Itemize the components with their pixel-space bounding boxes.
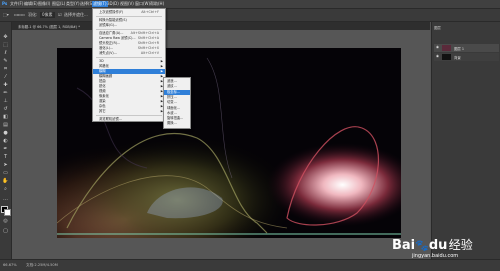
filter-menu-item[interactable]: 浏览联机滤镜... bbox=[93, 117, 165, 122]
menu-image[interactable]: 图像(I) bbox=[38, 1, 50, 7]
filter-menu-item[interactable]: 上次滤镜操作(F) Alt+Ctrl+F bbox=[93, 10, 165, 15]
distort-menu-item[interactable]: 置换... bbox=[164, 121, 190, 126]
eye-icon[interactable]: ◉ bbox=[436, 54, 439, 58]
menu-separator bbox=[96, 115, 162, 116]
menu-item-label: 切变... bbox=[167, 100, 177, 105]
lasso-tool-icon[interactable]: ℓ bbox=[2, 50, 9, 57]
quick-select-tool-icon[interactable]: ✎ bbox=[2, 58, 9, 65]
options-bar: ⬚▾ ▫▫▫▫ 羽化: 0像素 ☑ 选择并遮住... bbox=[0, 9, 500, 22]
shape-tool-icon[interactable]: ▭ bbox=[2, 170, 9, 177]
layer-name[interactable]: 图层 1 bbox=[454, 46, 464, 51]
filter-menu-item[interactable]: 消失点(V)... Alt+Ctrl+V bbox=[93, 51, 165, 56]
healing-brush-tool-icon[interactable]: ✚ bbox=[2, 82, 9, 89]
eye-icon[interactable]: ◉ bbox=[436, 45, 439, 49]
menu-item-label: 极坐标... bbox=[167, 89, 181, 94]
filter-menu: 上次滤镜操作(F) Alt+Ctrl+F 转换为智能滤镜(S) 滤镜库(G)... 自适… bbox=[92, 8, 166, 122]
menu-item-label: 上次滤镜操作(F) bbox=[99, 10, 124, 14]
distort-menu-item[interactable]: 极坐标... bbox=[164, 89, 190, 95]
watermark-brand-2: du bbox=[428, 238, 448, 253]
menu-item-label: 置换... bbox=[167, 121, 177, 126]
layer-thumbnail bbox=[442, 45, 451, 51]
menu-type[interactable]: 类型(Y) bbox=[66, 1, 80, 7]
watermark-sub: 经验 bbox=[448, 238, 473, 252]
menu-item-shortcut: Alt+Ctrl+F bbox=[141, 10, 159, 14]
brush-tool-icon[interactable]: ✏ bbox=[2, 90, 9, 97]
screen-mode-icon[interactable]: ▢ bbox=[2, 228, 9, 235]
ps-logo-icon[interactable]: Ps bbox=[2, 1, 7, 6]
menu-3d[interactable]: 3D(D) bbox=[107, 1, 119, 6]
menu-help[interactable]: 帮助(H) bbox=[150, 1, 164, 7]
marquee-tool-icon[interactable]: ⬚ bbox=[2, 42, 9, 49]
marquee-tool-icon[interactable]: ⬚▾ bbox=[3, 12, 9, 17]
distort-menu-item[interactable]: 球面化... bbox=[164, 106, 190, 111]
menu-layer[interactable]: 图层(L) bbox=[52, 1, 65, 7]
menu-file[interactable]: 文件(F) bbox=[10, 1, 23, 7]
menu-item-label: 滤镜库(G)... bbox=[99, 23, 118, 27]
menu-view[interactable]: 视图(V) bbox=[120, 1, 134, 7]
crop-tool-icon[interactable]: ⌗ bbox=[2, 66, 9, 73]
background-color-swatch[interactable] bbox=[4, 209, 11, 216]
select-and-mask-button[interactable]: 选择并遮住... bbox=[64, 12, 88, 18]
distort-submenu: 波浪... 波纹... 极坐标... 挤压... 切变... 球面化... 水波... 旋转扭… bbox=[163, 77, 191, 129]
document-tab-bar: 未标题-1 @ 66.7% (图层 1, RGB/8#) * bbox=[12, 22, 430, 30]
gradient-tool-icon[interactable]: ▤ bbox=[2, 122, 9, 129]
menu-item-shortcut: Alt+Ctrl+V bbox=[140, 51, 159, 55]
menu-bar: Ps 文件(F) 编辑(E) 图像(I) 图层(L) 类型(Y) 选择(S) 滤… bbox=[0, 0, 500, 9]
pen-tool-icon[interactable]: ✒ bbox=[2, 146, 9, 153]
distort-menu-item[interactable]: 波纹... bbox=[164, 84, 190, 89]
layers-panel: 图层 ◉ 图层 1 ◉ 背景 bbox=[431, 22, 500, 259]
watermark-brand: Bai bbox=[392, 238, 416, 253]
baidu-watermark: Bai🐾du 经验 jingyan.baidu.com bbox=[392, 236, 473, 259]
selection-mode-icons[interactable]: ▫▫▫▫ bbox=[14, 12, 25, 17]
menu-item-label: 其它 bbox=[99, 109, 106, 113]
quick-mask-icon[interactable]: ◎ bbox=[2, 218, 9, 225]
layer-thumbnail bbox=[442, 54, 451, 60]
filter-menu-item[interactable]: 滤镜库(G)... bbox=[93, 23, 165, 28]
layers-panel-header[interactable]: 图层 bbox=[434, 25, 441, 30]
tools-panel: ✥ ⬚ ℓ ✎ ⌗ ⁄ ✚ ✏ ⊥ ↺ ◧ ▤ ● ◐ ✒ T ➤ ▭ ✋ ⌕ … bbox=[0, 22, 12, 259]
eraser-tool-icon[interactable]: ◧ bbox=[2, 114, 9, 121]
move-tool-icon[interactable]: ✥ bbox=[2, 34, 9, 41]
history-brush-tool-icon[interactable]: ↺ bbox=[2, 106, 9, 113]
menu-filter[interactable]: 滤镜(T) bbox=[92, 1, 108, 7]
dodge-tool-icon[interactable]: ◐ bbox=[2, 138, 9, 145]
paw-icon: 🐾 bbox=[415, 239, 429, 252]
clone-stamp-tool-icon[interactable]: ⊥ bbox=[2, 98, 9, 105]
type-tool-icon[interactable]: T bbox=[2, 154, 9, 161]
feather-input[interactable]: 0像素 bbox=[40, 12, 55, 18]
antialias-checkbox[interactable]: ☑ bbox=[58, 12, 62, 17]
path-select-tool-icon[interactable]: ➤ bbox=[2, 162, 9, 169]
menu-separator bbox=[96, 16, 162, 17]
filter-menu-item[interactable]: 其它 ▶ bbox=[93, 109, 165, 114]
menu-separator bbox=[96, 29, 162, 30]
hand-tool-icon[interactable]: ✋ bbox=[2, 178, 9, 185]
doc-size: 文档:2.25M/4.50M bbox=[26, 263, 58, 267]
menu-item-label: 波纹... bbox=[167, 84, 177, 89]
zoom-tool-icon[interactable]: ⌕ bbox=[2, 186, 9, 193]
menu-separator bbox=[96, 57, 162, 58]
menu-item-label: 球面化... bbox=[167, 105, 181, 110]
watermark-url: jingyan.baidu.com bbox=[412, 253, 459, 259]
status-bar: 66.67% 文档:2.25M/4.50M bbox=[0, 259, 500, 271]
feather-label: 羽化: bbox=[28, 12, 38, 17]
layer-row[interactable]: ◉ 图层 1 bbox=[434, 44, 499, 52]
menu-item-label: 消失点(V)... bbox=[99, 51, 117, 55]
layer-name[interactable]: 背景 bbox=[454, 55, 461, 60]
menu-edit[interactable]: 编辑(E) bbox=[24, 1, 38, 7]
blur-tool-icon[interactable]: ● bbox=[2, 130, 9, 137]
menu-item-label: 浏览联机滤镜... bbox=[99, 117, 122, 121]
distort-menu-item[interactable]: 切变... bbox=[164, 100, 190, 105]
zoom-level[interactable]: 66.67% bbox=[3, 263, 17, 267]
document-tab[interactable]: 未标题-1 @ 66.7% (图层 1, RGB/8#) * bbox=[18, 24, 80, 29]
menu-window[interactable]: 窗口(W) bbox=[135, 1, 150, 7]
layer-row[interactable]: ◉ 背景 bbox=[434, 53, 499, 61]
edit-toolbar-icon[interactable]: … bbox=[2, 196, 9, 203]
eyedropper-tool-icon[interactable]: ⁄ bbox=[2, 74, 9, 81]
